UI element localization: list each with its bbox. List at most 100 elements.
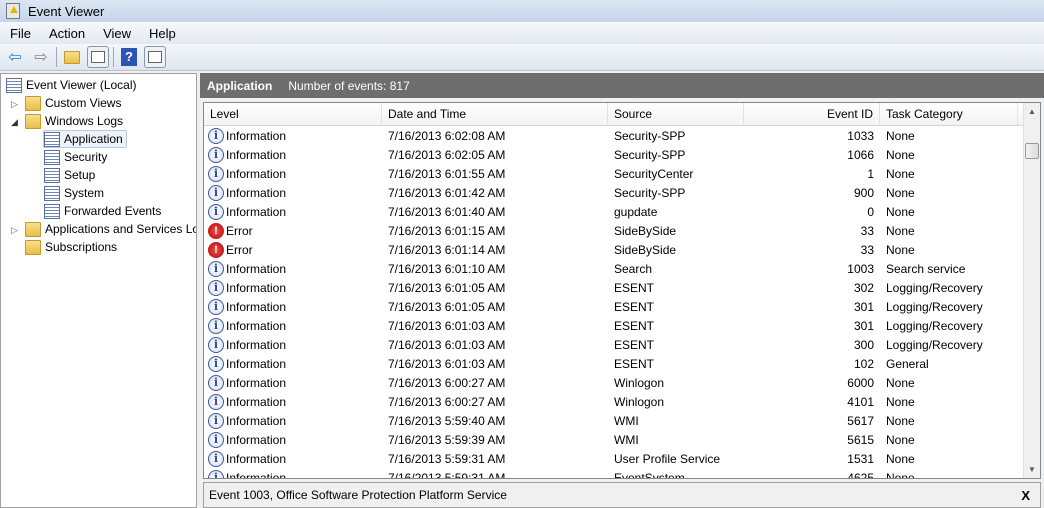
tree-log-forwarded-events[interactable]: Forwarded Events xyxy=(44,202,161,220)
scroll-up-icon[interactable]: ▲ xyxy=(1028,107,1036,116)
toolbar: ⇦ ⇨ ? xyxy=(0,44,1044,71)
tree-log-system[interactable]: System xyxy=(44,184,104,202)
table-row[interactable]: i Information 7/16/2013 6:02:08 AM Securi… xyxy=(204,126,1040,145)
window-title: Event Viewer xyxy=(28,3,105,19)
log-icon xyxy=(44,203,60,219)
cell-date-time: 7/16/2013 6:01:42 AM xyxy=(388,185,506,200)
table-row[interactable]: i Information 7/16/2013 6:01:10 AM Search… xyxy=(204,259,1040,278)
column-event-id[interactable]: Event ID xyxy=(744,103,880,125)
forward-icon[interactable]: ⇨ xyxy=(30,46,52,68)
cell-event-id: 0 xyxy=(867,204,874,219)
table-row[interactable]: i Information 7/16/2013 6:02:05 AM Securi… xyxy=(204,145,1040,164)
table-row[interactable]: i Information 7/16/2013 5:59:39 AM WMI 56… xyxy=(204,430,1040,449)
cell-task-category: None xyxy=(886,128,915,143)
cell-task-category: None xyxy=(886,451,915,466)
cell-level: i Information xyxy=(204,431,382,448)
log-icon xyxy=(44,131,60,147)
tree-windows-logs[interactable]: Windows Logs xyxy=(25,112,123,130)
scroll-down-icon[interactable]: ▼ xyxy=(1028,465,1036,474)
tree-custom-views[interactable]: Custom Views xyxy=(25,94,121,112)
column-level[interactable]: Level xyxy=(204,103,382,125)
information-icon: i xyxy=(208,469,224,478)
table-row[interactable]: i Information 7/16/2013 6:01:03 AM ESENT … xyxy=(204,335,1040,354)
table-row[interactable]: i Information 7/16/2013 6:00:27 AM Winlog… xyxy=(204,373,1040,392)
cell-date-time: 7/16/2013 6:01:03 AM xyxy=(388,318,506,333)
expand-icon[interactable]: ▷ xyxy=(11,99,18,110)
cell-date-time: 7/16/2013 6:01:40 AM xyxy=(388,204,506,219)
cell-event-id: 300 xyxy=(853,337,874,352)
help-icon[interactable]: ? xyxy=(118,46,140,68)
tree-subscriptions[interactable]: Subscriptions xyxy=(25,238,117,256)
cell-level: i Information xyxy=(204,260,382,277)
cell-level: i Information xyxy=(204,203,382,220)
error-icon: ! xyxy=(208,222,224,239)
table-row[interactable]: i Information 7/16/2013 6:01:05 AM ESENT … xyxy=(204,278,1040,297)
table-row[interactable]: i Information 7/16/2013 5:59:40 AM WMI 56… xyxy=(204,411,1040,430)
table-row[interactable]: ! Error 7/16/2013 6:01:14 AM SideBySide 3… xyxy=(204,240,1040,259)
menu-view[interactable]: View xyxy=(93,26,139,41)
expand-icon[interactable]: ▷ xyxy=(11,225,18,236)
toolbar-separator xyxy=(113,47,114,67)
table-row[interactable]: i Information 7/16/2013 6:00:27 AM Winlog… xyxy=(204,392,1040,411)
cell-date-time: 7/16/2013 6:01:15 AM xyxy=(388,223,506,238)
log-icon xyxy=(44,149,60,165)
information-icon: i xyxy=(208,450,224,467)
show-hide-action-pane-icon[interactable] xyxy=(144,46,166,68)
tree-applications-services-logs[interactable]: Applications and Services Lo xyxy=(25,220,196,238)
table-row[interactable]: i Information 7/16/2013 6:01:05 AM ESENT … xyxy=(204,297,1040,316)
cell-task-category: Logging/Recovery xyxy=(886,337,983,352)
back-icon[interactable]: ⇦ xyxy=(4,46,26,68)
up-folder-icon[interactable] xyxy=(61,46,83,68)
cell-event-id: 1033 xyxy=(847,128,874,143)
error-icon: ! xyxy=(208,241,224,258)
scrollbar-thumb[interactable] xyxy=(1025,143,1039,159)
cell-level: i Information xyxy=(204,336,382,353)
table-row[interactable]: i Information 7/16/2013 6:01:55 AM Securi… xyxy=(204,164,1040,183)
collapse-icon[interactable]: ◢ xyxy=(11,117,18,128)
column-task-category[interactable]: Task Category xyxy=(880,103,1018,125)
log-icon xyxy=(44,167,60,183)
cell-source: Security-SPP xyxy=(614,185,686,200)
table-row[interactable]: i Information 7/16/2013 6:01:42 AM Securi… xyxy=(204,183,1040,202)
cell-task-category: None xyxy=(886,375,915,390)
cell-event-id: 33 xyxy=(860,223,874,238)
table-row[interactable]: i Information 7/16/2013 6:01:03 AM ESENT … xyxy=(204,316,1040,335)
vertical-scrollbar[interactable]: ▲ ▼ xyxy=(1023,103,1040,478)
menu-action[interactable]: Action xyxy=(39,26,93,41)
tree-log-security[interactable]: Security xyxy=(44,148,107,166)
cell-source: ESENT xyxy=(614,280,655,295)
table-row[interactable]: i Information 7/16/2013 6:01:40 AM gupdat… xyxy=(204,202,1040,221)
console-tree: Event Viewer (Local) ▷ Custom Views ◢ Wi… xyxy=(0,73,197,508)
cell-source: gupdate xyxy=(614,204,658,219)
tree-log-application[interactable]: Application xyxy=(43,130,127,148)
table-row[interactable]: ! Error 7/16/2013 6:01:15 AM SideBySide 3… xyxy=(204,221,1040,240)
column-source[interactable]: Source xyxy=(608,103,744,125)
column-date-time[interactable]: Date and Time xyxy=(382,103,608,125)
information-icon: i xyxy=(208,127,224,144)
table-row[interactable]: i Information 7/16/2013 5:59:31 AM EventS… xyxy=(204,468,1040,478)
toolbar-separator xyxy=(56,47,57,67)
table-row[interactable]: i Information 7/16/2013 5:59:31 AM User P… xyxy=(204,449,1040,468)
title-bar: Event Viewer xyxy=(0,0,1044,22)
information-icon: i xyxy=(208,317,224,334)
menu-file[interactable]: File xyxy=(0,26,39,41)
cell-level: i Information xyxy=(204,317,382,334)
cell-source: Winlogon xyxy=(614,375,665,390)
tree-log-setup[interactable]: Setup xyxy=(44,166,95,184)
cell-source: ESENT xyxy=(614,318,655,333)
cell-date-time: 7/16/2013 5:59:39 AM xyxy=(388,432,506,447)
cell-date-time: 7/16/2013 6:00:27 AM xyxy=(388,394,506,409)
cell-task-category: None xyxy=(886,394,915,409)
information-icon: i xyxy=(208,203,224,220)
cell-level: i Information xyxy=(204,355,382,372)
cell-event-id: 1 xyxy=(867,166,874,181)
cell-event-id: 33 xyxy=(860,242,874,257)
cell-source: WMI xyxy=(614,413,639,428)
show-hide-console-tree-icon[interactable] xyxy=(87,46,109,68)
menu-help[interactable]: Help xyxy=(139,26,184,41)
cell-date-time: 7/16/2013 6:01:55 AM xyxy=(388,166,506,181)
close-detail-button[interactable]: X xyxy=(1021,488,1030,503)
tree-event-viewer-local[interactable]: Event Viewer (Local) xyxy=(6,76,137,94)
table-row[interactable]: i Information 7/16/2013 6:01:03 AM ESENT … xyxy=(204,354,1040,373)
cell-event-id: 1003 xyxy=(847,261,874,276)
